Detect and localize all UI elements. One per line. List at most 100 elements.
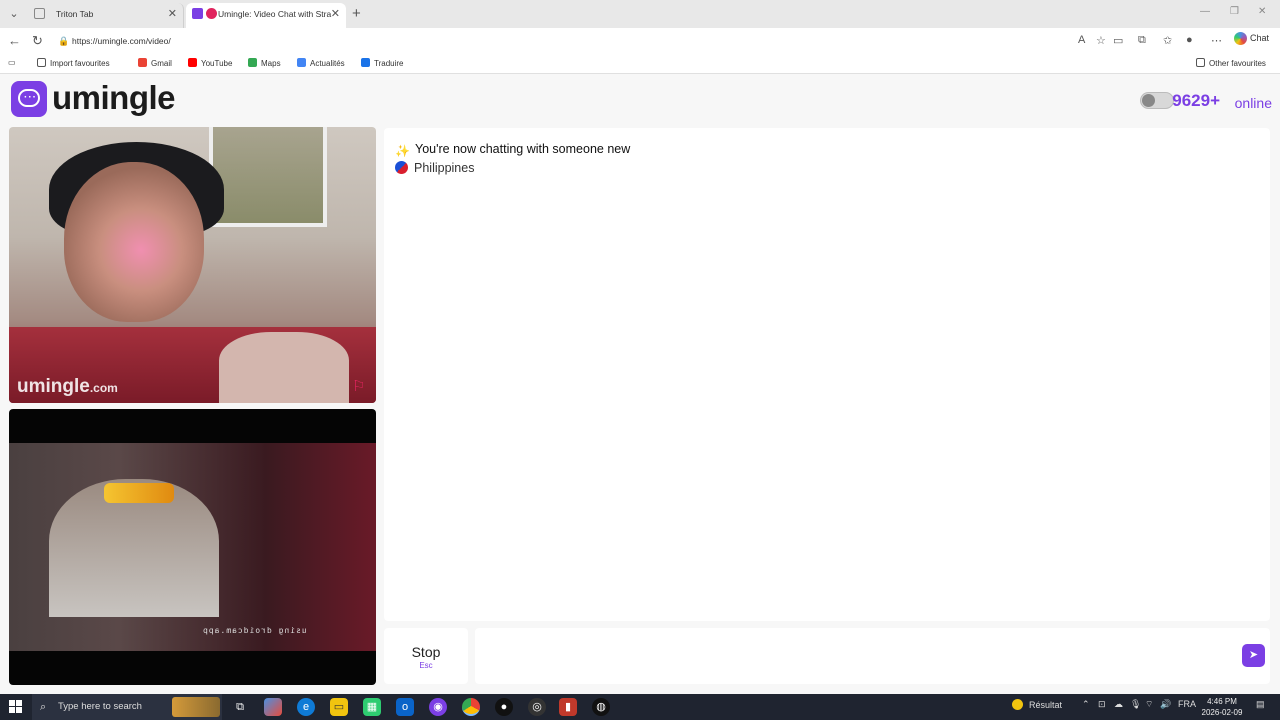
favorite-star-icon[interactable]: ☆: [1096, 34, 1106, 47]
wall-painting: [209, 127, 327, 227]
chat-bubble-logo-icon: ···: [11, 81, 47, 117]
github-icon[interactable]: ●: [495, 698, 513, 716]
cloud-icon[interactable]: ☁: [1114, 699, 1123, 710]
clock-time: 4:46 PM: [1207, 697, 1237, 706]
bookmark-label: Actualités: [310, 59, 345, 68]
bookmark-youtube[interactable]: YouTube: [188, 58, 232, 68]
file-explorer-icon[interactable]: ▭: [330, 698, 348, 716]
url-text: https://umingle.com/video/: [72, 36, 171, 46]
stop-button[interactable]: Stop Esc: [384, 628, 468, 684]
bookmark-import[interactable]: Import favourites: [37, 58, 110, 68]
copilot-icon: [1234, 32, 1247, 45]
language-indicator[interactable]: FRA: [1178, 699, 1196, 709]
edge-icon[interactable]: e: [297, 698, 315, 716]
tab-actions-icon[interactable]: ⌄: [6, 6, 22, 22]
obs-icon[interactable]: ◎: [528, 698, 546, 716]
clock[interactable]: 4:46 PM 2026-02-09: [1198, 696, 1246, 718]
copilot-app-icon[interactable]: [264, 698, 282, 716]
message-input[interactable]: [475, 628, 1270, 684]
task-view-icon[interactable]: ⧉: [231, 698, 249, 716]
maximize-icon[interactable]: ❐: [1230, 6, 1239, 17]
notifications-icon[interactable]: ▤: [1256, 699, 1265, 710]
browser-tab-bar: ⌄ Triton Tab ✕ Umingle: Video Chat with …: [0, 0, 1280, 28]
windows-start-icon[interactable]: [9, 700, 23, 714]
country-text: Philippines: [414, 161, 475, 175]
weather-icon: [1012, 699, 1023, 710]
bookmark-label: Gmail: [151, 59, 172, 68]
close-tab-icon[interactable]: ✕: [168, 3, 177, 25]
sunglasses: [104, 483, 174, 503]
self-video: using droidcam.app: [9, 409, 376, 685]
clock-date: 2026-02-09: [1201, 708, 1243, 717]
face: [64, 162, 204, 322]
store-icon[interactable]: ▦: [363, 698, 381, 716]
gmail-icon: [138, 58, 147, 67]
camera-icon[interactable]: ▭: [1113, 34, 1123, 47]
show-hidden-icons[interactable]: ⌃: [1082, 699, 1090, 710]
network-icon[interactable]: ⊡: [1098, 699, 1106, 710]
microphone-icon[interactable]: 🎙: [1130, 699, 1141, 710]
reading-list-icon[interactable]: ▭: [8, 58, 16, 67]
windows-taskbar: ⌕ Type here to search ⧉ e ▭ ▦ o ◉ ● ◎ ▮ …: [0, 694, 1280, 720]
bookmark-label: Other favourites: [1209, 59, 1266, 68]
recording-icon: [206, 8, 217, 19]
online-label: online: [1234, 95, 1272, 111]
weather-widget[interactable]: Résultat: [1012, 699, 1062, 710]
online-count: 9629+: [1172, 91, 1220, 110]
stranger-video: umingle.com ⚐: [9, 127, 376, 403]
folder-icon: [1196, 58, 1205, 67]
shoulder: [219, 332, 349, 403]
bookmark-actualites[interactable]: Actualités: [297, 58, 345, 68]
close-window-icon[interactable]: ✕: [1258, 6, 1266, 17]
umingle-favicon: [192, 8, 203, 19]
refresh-icon[interactable]: ↻: [32, 33, 43, 49]
url-field[interactable]: 🔒 https://umingle.com/video/: [52, 31, 1132, 51]
message-text: You're now chatting with someone new: [415, 142, 631, 156]
chrome-icon[interactable]: [462, 698, 480, 716]
bookmark-gmail[interactable]: Gmail: [138, 58, 172, 68]
tab-label: Umingle: Video Chat with Stra: [218, 9, 332, 19]
recorder-icon[interactable]: ▮: [559, 698, 577, 716]
copilot-chat-button[interactable]: Chat: [1234, 32, 1269, 45]
new-tab-icon[interactable]: +: [352, 5, 361, 22]
back-icon[interactable]: ←: [8, 33, 21, 48]
bookmark-traduire[interactable]: Traduire: [361, 58, 404, 68]
chat-label: Chat: [1250, 32, 1270, 43]
umingle-watermark: umingle.com: [17, 376, 118, 397]
chat-log: ✨ You're now chatting with someone new Ph…: [384, 128, 1270, 621]
search-highlight-image: [172, 697, 220, 717]
bookmark-label: YouTube: [201, 59, 233, 68]
tab-triton[interactable]: Triton Tab ✕: [24, 3, 184, 28]
favorites-icon[interactable]: ✩: [1163, 34, 1172, 47]
lock-icon: 🔒: [58, 36, 70, 46]
bookmark-maps[interactable]: Maps: [248, 58, 281, 68]
taskbar-search[interactable]: ⌕ Type here to search: [32, 694, 222, 720]
chat-app-icon[interactable]: ◉: [429, 698, 447, 716]
send-icon[interactable]: ➤: [1242, 644, 1265, 667]
philippines-flag-icon: [395, 161, 408, 174]
wifi-icon[interactable]: ⌔: [1145, 699, 1153, 710]
theme-toggle[interactable]: [1140, 92, 1174, 109]
search-placeholder: Type here to search: [58, 701, 142, 712]
close-tab-icon[interactable]: ✕: [331, 3, 340, 25]
volume-icon[interactable]: 🔊: [1160, 699, 1171, 710]
report-flag-icon[interactable]: ⚐: [352, 379, 370, 395]
bookmark-label: Import favourites: [50, 59, 110, 68]
other-favourites[interactable]: Other favourites: [1196, 58, 1266, 68]
minimize-icon[interactable]: —: [1200, 6, 1210, 17]
translate-icon: [361, 58, 370, 67]
outlook-icon[interactable]: o: [396, 698, 414, 716]
tab-label: Triton Tab: [56, 9, 94, 19]
weather-label: Résultat: [1029, 700, 1063, 710]
extensions-icon[interactable]: ⧉: [1138, 34, 1146, 47]
logo-text: umingle: [52, 79, 176, 116]
tab-umingle[interactable]: Umingle: Video Chat with Stra ✕: [186, 3, 346, 28]
profile-avatar-icon[interactable]: ●: [1186, 34, 1193, 46]
read-aloud-icon[interactable]: A: [1078, 34, 1085, 46]
more-menu-icon[interactable]: ⋯: [1211, 34, 1222, 47]
app-icon[interactable]: ◍: [592, 698, 610, 716]
bookmark-label: Traduire: [374, 59, 404, 68]
bookmark-label: Maps: [261, 59, 281, 68]
stop-label: Stop: [411, 644, 441, 660]
system-message-new-chat: ✨ You're now chatting with someone new: [395, 142, 630, 158]
